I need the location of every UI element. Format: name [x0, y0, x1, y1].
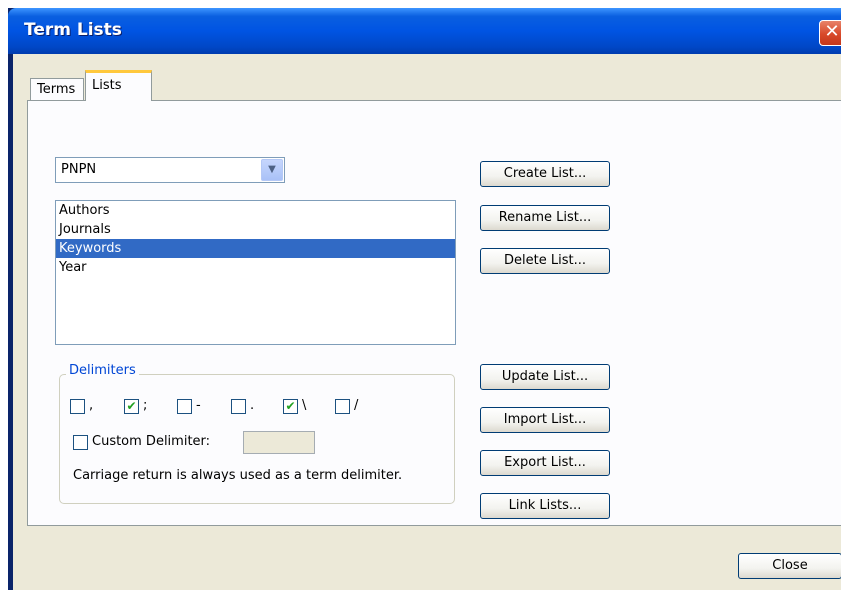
close-window-icon[interactable]: ✕: [819, 20, 841, 46]
delimiter-comma-label: ,: [89, 398, 94, 413]
term-lists-window: Term Lists ✕ Terms Lists PNPN ▼ Authors …: [8, 8, 841, 590]
delimiter-backslash-label: \: [302, 398, 307, 413]
tab-lists[interactable]: Lists: [85, 70, 152, 101]
delimiter-backslash-checkbox[interactable]: ✔: [283, 399, 298, 414]
chevron-down-icon[interactable]: ▼: [261, 159, 283, 181]
link-lists-button[interactable]: Link Lists...: [480, 493, 610, 519]
import-list-button[interactable]: Import List...: [480, 407, 610, 433]
delimiter-semicolon-label: ;: [143, 398, 148, 413]
title-bar[interactable]: Term Lists ✕: [8, 8, 841, 54]
list-item[interactable]: Authors: [56, 201, 455, 220]
dialog-client-area: Terms Lists PNPN ▼ Authors Journals Keyw…: [13, 54, 841, 590]
close-button[interactable]: Close: [738, 553, 841, 579]
delimiter-period-label: .: [250, 398, 255, 413]
custom-delimiter-label: Custom Delimiter:: [92, 434, 211, 449]
rename-list-button[interactable]: Rename List...: [480, 205, 610, 231]
list-set-combobox[interactable]: PNPN ▼: [55, 157, 285, 183]
list-item-selected[interactable]: Keywords: [56, 239, 455, 258]
combobox-value: PNPN: [61, 162, 97, 177]
delimiter-semicolon-checkbox[interactable]: ✔: [124, 399, 139, 414]
create-list-button[interactable]: Create List...: [480, 161, 610, 187]
tab-terms[interactable]: Terms: [30, 78, 84, 100]
list-item[interactable]: Journals: [56, 220, 455, 239]
carriage-return-note: Carriage return is always used as a term…: [73, 468, 403, 483]
delimiter-dash-label: -: [196, 398, 201, 413]
delimiter-slash-label: /: [354, 398, 359, 413]
lists-tab-panel: PNPN ▼ Authors Journals Keywords Year De…: [27, 100, 841, 526]
delete-list-button[interactable]: Delete List...: [480, 248, 610, 274]
term-lists-listbox[interactable]: Authors Journals Keywords Year: [55, 200, 456, 345]
update-list-button[interactable]: Update List...: [480, 364, 610, 390]
delimiter-period-checkbox[interactable]: [231, 399, 246, 414]
delimiters-legend: Delimiters: [66, 363, 139, 378]
window-title: Term Lists: [24, 20, 122, 40]
list-item[interactable]: Year: [56, 258, 455, 277]
custom-delimiter-checkbox[interactable]: [73, 435, 88, 450]
custom-delimiter-input[interactable]: [243, 431, 315, 454]
export-list-button[interactable]: Export List...: [480, 450, 610, 476]
delimiter-slash-checkbox[interactable]: [335, 399, 350, 414]
delimiter-dash-checkbox[interactable]: [177, 399, 192, 414]
delimiter-comma-checkbox[interactable]: [70, 399, 85, 414]
